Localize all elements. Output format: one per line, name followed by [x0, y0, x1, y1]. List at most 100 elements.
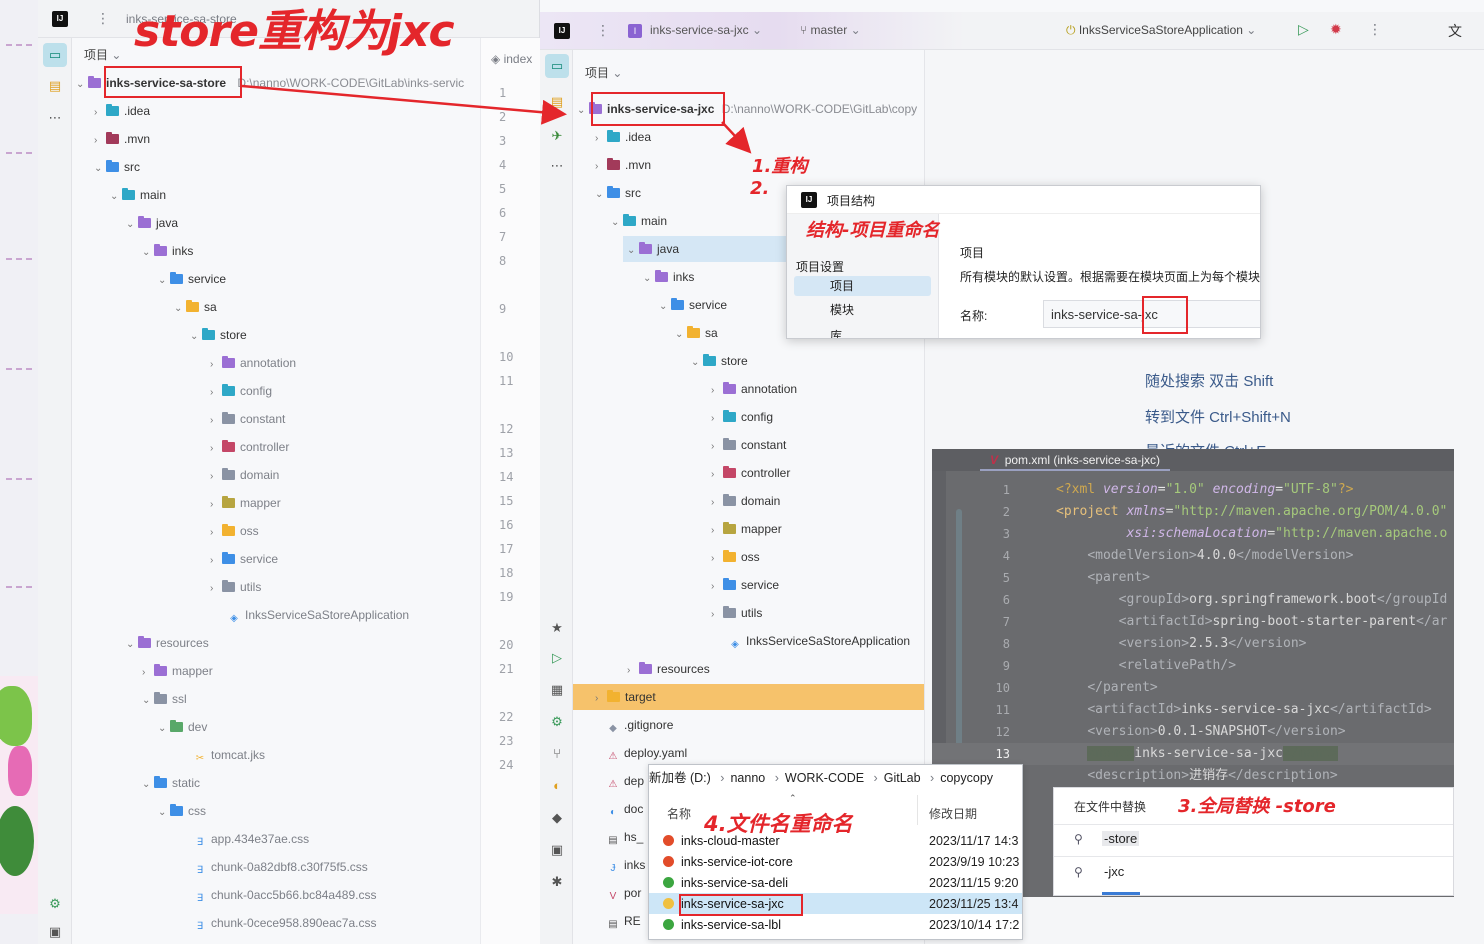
tree-item[interactable]: ⌄ inks [643, 264, 694, 290]
run-icon[interactable]: ▷ [1298, 21, 1309, 38]
settings-icon[interactable]: ⚙ [43, 892, 67, 916]
tree-item[interactable]: ◈ InksServiceSaStoreApplication [216, 602, 409, 628]
tree-item[interactable]: › oss [711, 544, 760, 570]
tree-item[interactable]: ∃ chunk-0acc5b66.bc84a489.css [182, 882, 377, 908]
folder-row[interactable]: inks-service-sa-deli 2023/11/15 9:20 [663, 873, 1022, 894]
more-actions-icon[interactable]: ⋮ [1368, 21, 1382, 38]
more-tools-icon[interactable]: ⋯ [545, 154, 569, 178]
tree-item[interactable]: › annotation [711, 376, 797, 402]
tree-item[interactable]: ∃ chunk-0cece958.890eac7a.css [182, 910, 377, 936]
folder-row[interactable]: inks-service-sa-lbl 2023/10/14 17:2 [663, 915, 1022, 936]
editor-tab[interactable]: ◈ index [491, 52, 532, 66]
tree-item[interactable]: › mapper [142, 658, 213, 684]
crumb-gitlab[interactable]: GitLab [884, 771, 921, 785]
terminal-icon[interactable]: ▣ [545, 838, 569, 862]
problems-icon[interactable]: ✱ [545, 870, 569, 894]
tree-item[interactable]: ⌄ store [691, 348, 748, 374]
git-icon[interactable]: ⑂ [545, 742, 569, 766]
tree-item[interactable]: ⌄ inks [142, 238, 193, 264]
commit-tool-icon[interactable]: ▤ [545, 90, 569, 114]
tree-item[interactable]: › resources [627, 656, 710, 682]
run-tool-icon[interactable]: ▷ [545, 646, 569, 670]
run-config-selector[interactable]: ⏻ InksServiceSaStoreApplication ⌄ [1066, 23, 1256, 38]
tree-item[interactable]: ⌄ dev [158, 714, 207, 740]
dialog-item-libraries[interactable]: 库 [794, 326, 931, 338]
tree-item[interactable]: ⌄ static [142, 770, 200, 796]
tree-item[interactable]: ◐ doc [595, 796, 643, 822]
tree-item[interactable]: ⌄ main [611, 208, 667, 234]
tree-item[interactable]: › .idea [595, 124, 651, 150]
tree-item[interactable]: ▤ RE [595, 908, 640, 934]
tree-item[interactable]: Vpor [595, 880, 642, 906]
tree-item[interactable]: ✂ tomcat.jks [182, 742, 265, 768]
debug-icon[interactable]: ✹ [1330, 21, 1342, 38]
tree-item[interactable]: ⌄ resources [126, 630, 209, 656]
tree-item[interactable]: ⌄ java [126, 210, 178, 236]
tree-item[interactable]: ⌄ store [190, 322, 247, 348]
tree-item[interactable]: › utils [711, 600, 762, 626]
plugin-icon[interactable]: ◆ [545, 806, 569, 830]
terminal-icon[interactable]: ▣ [43, 920, 67, 944]
tree-item[interactable]: › constant [711, 432, 786, 458]
tree-item[interactable]: › .mvn [94, 126, 150, 152]
tree-item[interactable]: Ɉinks [595, 852, 646, 878]
tree-item[interactable]: › .mvn [595, 152, 651, 178]
tree-item[interactable]: ⌄ css [158, 798, 206, 824]
panel-title[interactable]: 项目 ⌄ [84, 46, 121, 63]
branch-selector[interactable]: ⑂ master ⌄ [800, 23, 861, 37]
notifications-icon[interactable]: ◐ [545, 774, 569, 798]
crumb-workcode[interactable]: WORK-CODE [785, 771, 864, 785]
panel-title[interactable]: 项目 ⌄ [585, 64, 622, 81]
find-input[interactable]: -store [1102, 831, 1140, 846]
tree-item[interactable]: › config [711, 404, 773, 430]
replace-input[interactable]: -jxc [1104, 864, 1124, 879]
tree-item[interactable]: › mapper [210, 490, 281, 516]
tree-item[interactable]: ⌄ src [94, 154, 140, 180]
tree-item[interactable]: ◈ InksServiceSaStoreApplication [717, 628, 910, 654]
tree-item[interactable]: › constant [210, 406, 285, 432]
pom-tab[interactable]: V pom.xml (inks-service-sa-jxc) [980, 450, 1171, 471]
more-tools-icon[interactable]: ⋯ [43, 106, 67, 130]
tree-item[interactable]: › controller [210, 434, 289, 460]
tree-item[interactable]: ⚠ dep [595, 768, 645, 794]
jrebel-icon[interactable]: ✈ [545, 124, 569, 148]
tree-item[interactable]: › domain [711, 488, 780, 514]
tree-item[interactable]: › config [210, 378, 272, 404]
folder-row[interactable]: inks-service-iot-core 2023/9/19 10:23 [663, 852, 1022, 873]
tree-item[interactable]: ⌄ service [659, 292, 727, 318]
column-date[interactable]: 修改日期 [929, 805, 977, 822]
tree-item[interactable]: ⌄ sa [675, 320, 718, 346]
tree-item[interactable]: ∃ chunk-0a82dbf8.c30f75f5.css [182, 854, 368, 880]
tree-item[interactable]: › oss [210, 518, 259, 544]
crumb-nanno[interactable]: nanno [730, 771, 765, 785]
tree-item[interactable]: › service [210, 546, 278, 572]
project-tool-icon[interactable]: ▭ [43, 43, 67, 67]
menu-dots-icon[interactable]: ⋮ [96, 10, 110, 27]
column-name[interactable]: 名称 [667, 805, 691, 822]
database-icon[interactable]: ▦ [545, 678, 569, 702]
tree-item[interactable]: ⌄ sa [174, 294, 217, 320]
tree-item[interactable]: ⌄ main [110, 182, 166, 208]
tree-item[interactable]: ◆ .gitignore [595, 712, 673, 738]
project-chip[interactable]: Iinks-service-sa-jxc ⌄ [628, 23, 762, 38]
commit-tool-icon[interactable]: ▤ [43, 74, 67, 98]
menu-dots-icon[interactable]: ⋮ [596, 22, 610, 39]
dialog-item-modules[interactable]: 模块 [794, 300, 931, 320]
tree-item[interactable]: › controller [711, 460, 790, 486]
tree-item[interactable]: › utils [210, 574, 261, 600]
tree-item[interactable]: › mapper [711, 516, 782, 542]
crumb-drive[interactable]: 新加卷 (D:) [649, 771, 711, 785]
tree-item[interactable]: ⌄ ssl [142, 686, 187, 712]
tree-item[interactable]: ⚠ deploy.yaml [595, 740, 688, 766]
bookmarks-icon[interactable]: ★ [545, 616, 569, 640]
tree-item[interactable]: › annotation [210, 350, 296, 376]
tree-item[interactable]: ∃ app.434e37ae.css [182, 826, 309, 852]
dialog-item-project[interactable]: 项目 [794, 276, 931, 296]
tree-item[interactable]: › domain [210, 462, 279, 488]
tree-item[interactable]: ⌄ src [595, 180, 641, 206]
services-icon[interactable]: ⚙ [545, 710, 569, 734]
project-tool-icon[interactable]: ▭ [545, 54, 569, 78]
tree-item[interactable]: ▤ hs_ [595, 824, 643, 850]
tree-item[interactable]: › .idea [94, 98, 150, 124]
tree-item[interactable]: › target [573, 684, 924, 710]
